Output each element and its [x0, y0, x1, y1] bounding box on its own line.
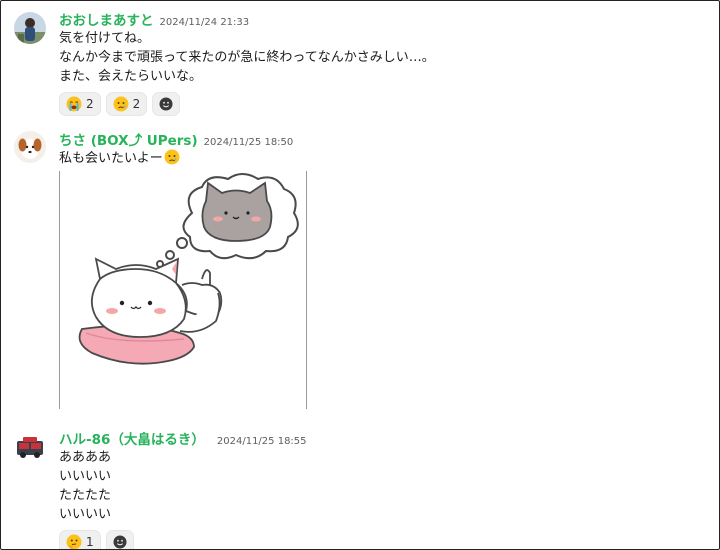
- crying-face-icon: [113, 96, 129, 112]
- message-text: なんか今まで頑張って来たのが急に終わってなんかさみしい…。: [59, 50, 435, 65]
- message-text: 気を付けてね。: [59, 31, 151, 46]
- reaction-bar: 2 2: [59, 92, 711, 116]
- author-name[interactable]: ハル-86（大畠はるき）: [59, 428, 205, 448]
- reaction-thinking[interactable]: 1: [59, 530, 101, 549]
- add-emoji-icon: [159, 97, 173, 111]
- message-text-content: 私も会いたいよー: [59, 151, 163, 166]
- author-name[interactable]: おおしまあすと: [59, 9, 154, 29]
- message-text: たたたた: [59, 488, 112, 503]
- message-text: 私も会いたいよー: [59, 149, 711, 168]
- timestamp[interactable]: 2024/11/25 18:55: [217, 436, 307, 447]
- avatar[interactable]: [14, 431, 46, 463]
- reaction-loudly-crying[interactable]: 2: [59, 92, 101, 116]
- avatar[interactable]: [14, 12, 46, 44]
- crying-face-icon: [164, 149, 180, 165]
- message-text: また、会えたらいいな。: [59, 69, 203, 84]
- loudly-crying-face-icon: [66, 96, 82, 112]
- reaction-crying[interactable]: 2: [105, 92, 148, 116]
- message-text: いいいい: [59, 507, 112, 522]
- add-reaction-button[interactable]: [152, 92, 181, 116]
- thinking-face-icon: [66, 534, 82, 549]
- add-emoji-icon: [113, 535, 127, 549]
- reaction-count: 2: [132, 97, 141, 111]
- timestamp[interactable]: 2024/11/25 18:50: [204, 137, 294, 148]
- sticker-image[interactable]: [59, 171, 307, 409]
- add-reaction-button[interactable]: [105, 530, 134, 549]
- reaction-count: 1: [86, 535, 94, 549]
- cat-sticker-illustration: [78, 173, 299, 365]
- author-name[interactable]: ちさ (BOX⤴ UPers): [59, 129, 198, 149]
- chat-window: おおしまあすと 2024/11/24 21:33 気を付けてね。 なんか今まで頑…: [0, 0, 720, 550]
- timestamp[interactable]: 2024/11/24 21:33: [160, 17, 250, 28]
- reaction-bar: 1: [59, 530, 711, 549]
- reaction-count: 2: [86, 97, 94, 111]
- avatar[interactable]: [14, 131, 46, 163]
- message-text: いいいい: [59, 469, 112, 484]
- message-text: ああああ: [59, 450, 112, 465]
